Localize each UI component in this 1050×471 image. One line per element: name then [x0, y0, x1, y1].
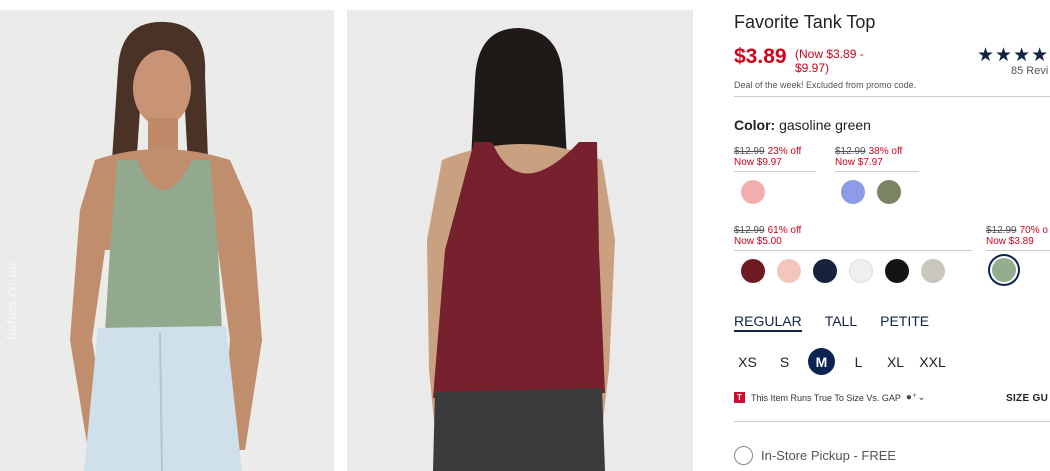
discount: 38% off [868, 146, 903, 157]
swatch-row-3 [741, 259, 957, 283]
profile-dropdown-icon[interactable]: ●⁺⌄ [906, 392, 926, 403]
color-swatch-selected[interactable] [992, 258, 1016, 282]
color-swatch[interactable] [813, 259, 837, 283]
true-to-size-text: This Item Runs True To Size Vs. GAP [751, 392, 901, 403]
now-price: Now $3.89 [986, 236, 1034, 247]
divider [734, 421, 1050, 422]
discount: 61% off [767, 225, 802, 236]
now-price: Now $5.00 [734, 236, 782, 247]
size-guide-link[interactable]: SIZE GU [1006, 393, 1048, 404]
color-swatch[interactable] [849, 259, 873, 283]
size-option-xl[interactable]: XL [882, 348, 909, 375]
true-to-size-note: T This Item Runs True To Size Vs. GAP ●⁺… [734, 392, 926, 403]
pickup-radio[interactable] [734, 446, 753, 465]
size-selector: XS S M L XL XXL [734, 348, 956, 375]
price-range: (Now $3.89 - $9.97) [795, 47, 864, 75]
divider [734, 96, 1050, 97]
color-value: gasoline green [779, 117, 871, 133]
group-divider [734, 250, 972, 251]
watermark-text: ladies.co.ua [5, 262, 20, 340]
product-image-back[interactable] [347, 10, 693, 471]
current-price: $3.89 [734, 45, 787, 68]
pickup-option[interactable]: In-Store Pickup - FREE [734, 446, 896, 465]
price-group-3: $12.99 61% off Now $5.00 [734, 225, 972, 251]
size-option-xs[interactable]: XS [734, 348, 761, 375]
discount: 70% o [1019, 225, 1048, 236]
price-group-1: $12.99 23% off Now $9.97 [734, 146, 816, 172]
size-option-xxl[interactable]: XXL [919, 348, 946, 375]
deal-note: Deal of the week! Excluded from promo co… [734, 80, 917, 90]
true-fit-badge-icon: T [734, 392, 745, 403]
fit-tab-tall[interactable]: TALL [825, 313, 857, 332]
old-price: $12.99 [734, 225, 765, 236]
color-swatch[interactable] [877, 180, 901, 204]
group-divider [986, 250, 1050, 251]
color-selection-label: Color: gasoline green [734, 117, 871, 133]
swatch-row-2 [841, 180, 913, 204]
old-price: $12.99 [986, 225, 1017, 236]
group-divider [835, 171, 919, 172]
old-price: $12.99 [835, 146, 866, 157]
now-price: Now $9.97 [734, 157, 782, 168]
color-swatch[interactable] [921, 259, 945, 283]
color-swatch[interactable] [741, 180, 765, 204]
product-info-panel: Favorite Tank Top $3.89 (Now $3.89 - $9.… [734, 0, 1050, 471]
discount: 23% off [767, 146, 802, 157]
fit-tab-regular[interactable]: REGULAR [734, 313, 802, 332]
pickup-label: In-Store Pickup - FREE [761, 448, 897, 463]
rating-stars-icon[interactable]: ★★★★ [977, 44, 1049, 67]
model-back-illustration [347, 10, 693, 471]
price-group-4: $12.99 70% o Now $3.89 [986, 225, 1050, 251]
color-swatch[interactable] [741, 259, 765, 283]
size-option-s[interactable]: S [771, 348, 798, 375]
product-title: Favorite Tank Top [734, 12, 876, 32]
group-divider [734, 171, 816, 172]
product-image-front[interactable]: ladies.co.ua [0, 10, 334, 471]
old-price: $12.99 [734, 146, 765, 157]
color-swatch[interactable] [841, 180, 865, 204]
size-option-m[interactable]: M [808, 348, 835, 375]
swatch-row-4 [992, 258, 1028, 282]
color-label: Color: [734, 117, 776, 133]
fit-tab-petite[interactable]: PETITE [880, 313, 929, 332]
price-group-2: $12.99 38% off Now $7.97 [835, 146, 919, 172]
now-price: Now $7.97 [835, 157, 883, 168]
swatch-row-1 [741, 180, 777, 204]
size-option-l[interactable]: L [845, 348, 872, 375]
model-front-illustration: ladies.co.ua [0, 10, 334, 471]
color-swatch[interactable] [777, 259, 801, 283]
fit-tabs: REGULAR TALL PETITE [734, 313, 952, 332]
color-swatch[interactable] [885, 259, 909, 283]
reviews-count[interactable]: 85 Revi [1011, 65, 1048, 77]
